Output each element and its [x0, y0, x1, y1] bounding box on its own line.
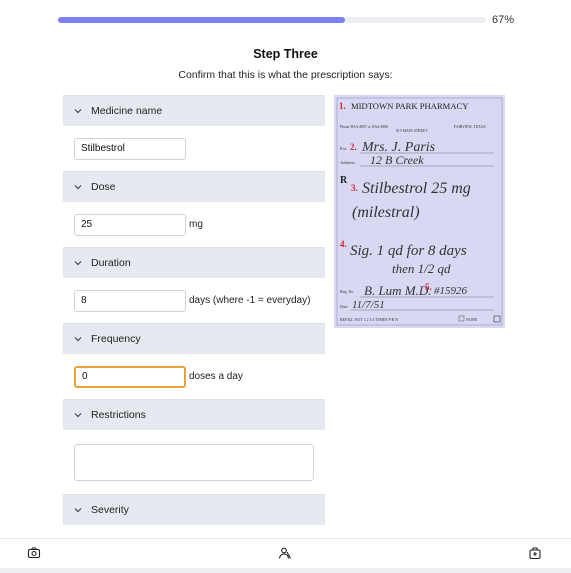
drug-line-2: (milestral): [352, 204, 420, 221]
marker-1: 1.: [339, 101, 346, 111]
duration-input[interactable]: [74, 289, 186, 312]
step-subtitle: Confirm that this is what the prescripti…: [178, 69, 393, 81]
marker-3: 3.: [351, 183, 358, 193]
chevron-down-icon: [73, 334, 83, 344]
duration-unit: days (where -1 = everyday): [189, 295, 311, 306]
for-label: For: [340, 146, 347, 151]
frequency-header[interactable]: Frequency: [63, 323, 325, 354]
dose-unit: mg: [189, 219, 203, 230]
step-title: Step Three: [253, 47, 318, 61]
duration-header[interactable]: Duration: [63, 247, 325, 278]
doctor-signature: B. Lum M.D.: [364, 283, 432, 298]
chevron-down-icon: [73, 182, 83, 192]
medicine-name-input[interactable]: [74, 137, 186, 160]
frequency-input[interactable]: [74, 365, 186, 388]
camera-icon[interactable]: [27, 546, 41, 560]
section-label: Frequency: [91, 333, 141, 345]
bottom-toolbar: [0, 538, 571, 568]
dose-body: mg: [63, 202, 325, 247]
progress-label: 67%: [492, 14, 515, 26]
dose-input[interactable]: [74, 213, 186, 236]
dose-header[interactable]: Dose: [63, 171, 325, 202]
rx-symbol: R: [340, 175, 348, 186]
bottom-edge: [0, 568, 571, 573]
restrictions-textarea[interactable]: [74, 443, 314, 481]
section-label: Restrictions: [91, 409, 146, 421]
pharmacy-phone: Phone DA4-4907 or DA4-4906: [340, 125, 388, 129]
medicine-name-header[interactable]: Medicine name: [63, 95, 325, 126]
person-icon[interactable]: [278, 546, 292, 560]
duration-body: days (where -1 = everyday): [63, 278, 325, 323]
chevron-down-icon: [73, 410, 83, 420]
sig-line-1: Sig. 1 qd for 8 days: [350, 243, 467, 259]
marker-2: 2.: [350, 142, 357, 152]
chevron-down-icon: [73, 258, 83, 268]
severity-header[interactable]: Severity: [63, 494, 325, 525]
rx-number: #15926: [434, 285, 468, 297]
section-label: Medicine name: [91, 105, 163, 117]
rx-date: 11/7/51: [352, 299, 385, 311]
section-label: Duration: [91, 257, 131, 269]
pharmacy-name: MIDTOWN PARK PHARMACY: [351, 101, 468, 111]
chevron-down-icon: [73, 106, 83, 116]
frequency-unit: doses a day: [189, 371, 243, 382]
progress-fill: [58, 17, 345, 23]
sig-line-2: then 1/2 qd: [392, 261, 451, 276]
medicine-name-body: [63, 126, 325, 171]
date-label: Date: [340, 304, 348, 309]
frequency-body: doses a day: [63, 354, 325, 399]
medicine-bag-icon[interactable]: [528, 546, 542, 560]
patient-address: 12 B Creek: [370, 153, 424, 167]
reg-label: Reg. No.: [340, 289, 354, 294]
progress-bar: [58, 17, 486, 23]
address-label: Address: [340, 160, 355, 165]
prescription-image: 1. MIDTOWN PARK PHARMACY Phone DA4-4907 …: [334, 95, 505, 328]
refill-line: REFILL NOT 1 2 3 4 TIMES P R N: [340, 317, 398, 322]
drug-line-1: Stilbestrol 25 mg: [362, 180, 471, 197]
severity-body: [63, 525, 325, 535]
restrictions-header[interactable]: Restrictions: [63, 399, 325, 430]
chevron-down-icon: [73, 505, 83, 515]
pharmacy-address: 915 MAIN STREET: [396, 129, 428, 133]
section-label: Severity: [91, 504, 129, 516]
section-label: Dose: [91, 181, 116, 193]
marker-4: 4.: [340, 239, 347, 249]
restrictions-body: [63, 430, 325, 494]
refill-none: NONE: [466, 317, 478, 322]
marker-5: 5.: [425, 282, 432, 292]
prescription-form: Medicine name Dose mg Duration days (whe…: [63, 95, 325, 535]
